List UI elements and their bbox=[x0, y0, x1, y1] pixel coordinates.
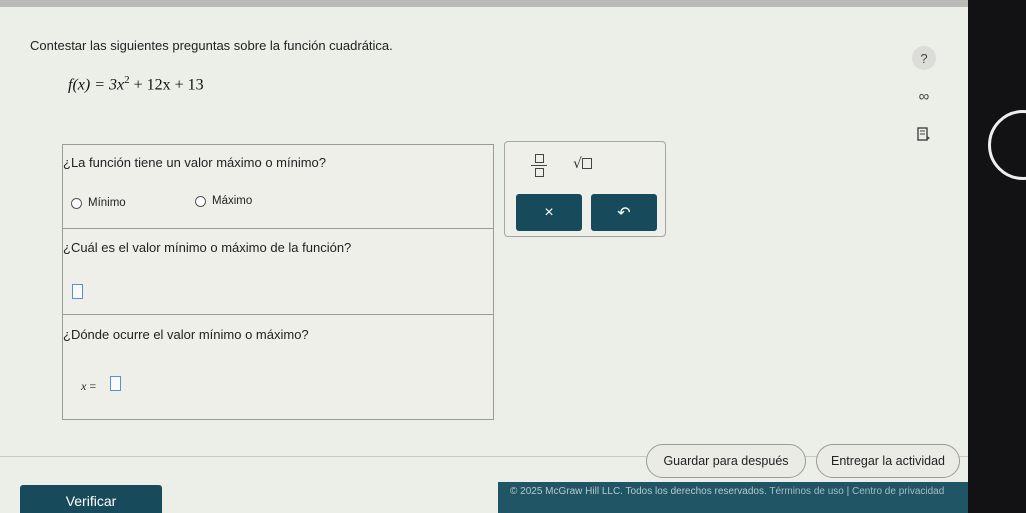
copyright-text: © 2025 McGraw Hill LLC. Todos los derech… bbox=[510, 486, 767, 497]
footer-separator: | bbox=[846, 486, 850, 497]
radio-minimo[interactable] bbox=[71, 197, 82, 209]
book-icon-graphic bbox=[917, 127, 930, 141]
book-icon[interactable] bbox=[912, 122, 936, 146]
verify-button[interactable]: Verificar bbox=[20, 485, 162, 513]
option-minimo-label: Mínimo bbox=[88, 197, 126, 209]
question-1: ¿La función tiene un valor máximo o míni… bbox=[63, 145, 493, 229]
undo-button[interactable]: ↶ bbox=[591, 194, 657, 231]
question-3: ¿Dónde ocurre el valor mínimo o máximo? … bbox=[63, 315, 493, 419]
question-1-text: ¿La función tiene un valor máximo o míni… bbox=[63, 155, 327, 170]
terms-link[interactable]: Términos de uso bbox=[769, 486, 843, 497]
help-icon[interactable]: ? bbox=[912, 46, 936, 70]
save-for-later-button[interactable]: Guardar para después bbox=[646, 444, 806, 478]
question-2-text: ¿Cuál es el valor mínimo o máximo de la … bbox=[63, 240, 352, 255]
top-bar bbox=[0, 0, 968, 7]
submit-activity-button[interactable]: Entregar la actividad bbox=[816, 444, 960, 478]
activity-screen: Contestar las siguientes preguntas sobre… bbox=[0, 0, 968, 513]
infinity-icon[interactable]: ∞ bbox=[912, 84, 936, 108]
x-equals-label: x = bbox=[81, 379, 96, 394]
sqrt-tool-icon[interactable]: √ bbox=[573, 156, 592, 172]
function-formula: f(x) = 3x2 + 12x + 13 bbox=[68, 74, 204, 94]
fraction-tool-icon[interactable] bbox=[531, 154, 547, 177]
device-bezel bbox=[968, 0, 1026, 513]
questions-panel: ¿La función tiene un valor máximo o míni… bbox=[62, 144, 494, 420]
option-maximo[interactable]: Máximo bbox=[195, 195, 252, 207]
formula-lhs: f(x) = 3x bbox=[68, 76, 125, 94]
value-answer-input[interactable] bbox=[72, 284, 83, 299]
equals-sign: = bbox=[89, 379, 97, 393]
clear-button[interactable]: × bbox=[516, 194, 582, 231]
legal-footer: © 2025 McGraw Hill LLC. Todos los derech… bbox=[498, 482, 968, 513]
math-tools-panel: √ × ↶ bbox=[504, 141, 666, 237]
question-2: ¿Cuál es el valor mínimo o máximo de la … bbox=[63, 229, 493, 315]
formula-exponent: 2 bbox=[124, 74, 130, 86]
privacy-link[interactable]: Centro de privacidad bbox=[852, 486, 944, 497]
option-maximo-label: Máximo bbox=[212, 195, 253, 207]
radio-maximo[interactable] bbox=[195, 195, 206, 207]
formula-rest: + 12x + 13 bbox=[133, 76, 204, 94]
instruction-text: Contestar las siguientes preguntas sobre… bbox=[30, 38, 393, 53]
x-answer-input[interactable] bbox=[110, 376, 121, 391]
x-variable: x bbox=[81, 379, 87, 393]
option-minimo[interactable]: Mínimo bbox=[71, 197, 126, 209]
question-3-text: ¿Dónde ocurre el valor mínimo o máximo? bbox=[63, 327, 309, 342]
